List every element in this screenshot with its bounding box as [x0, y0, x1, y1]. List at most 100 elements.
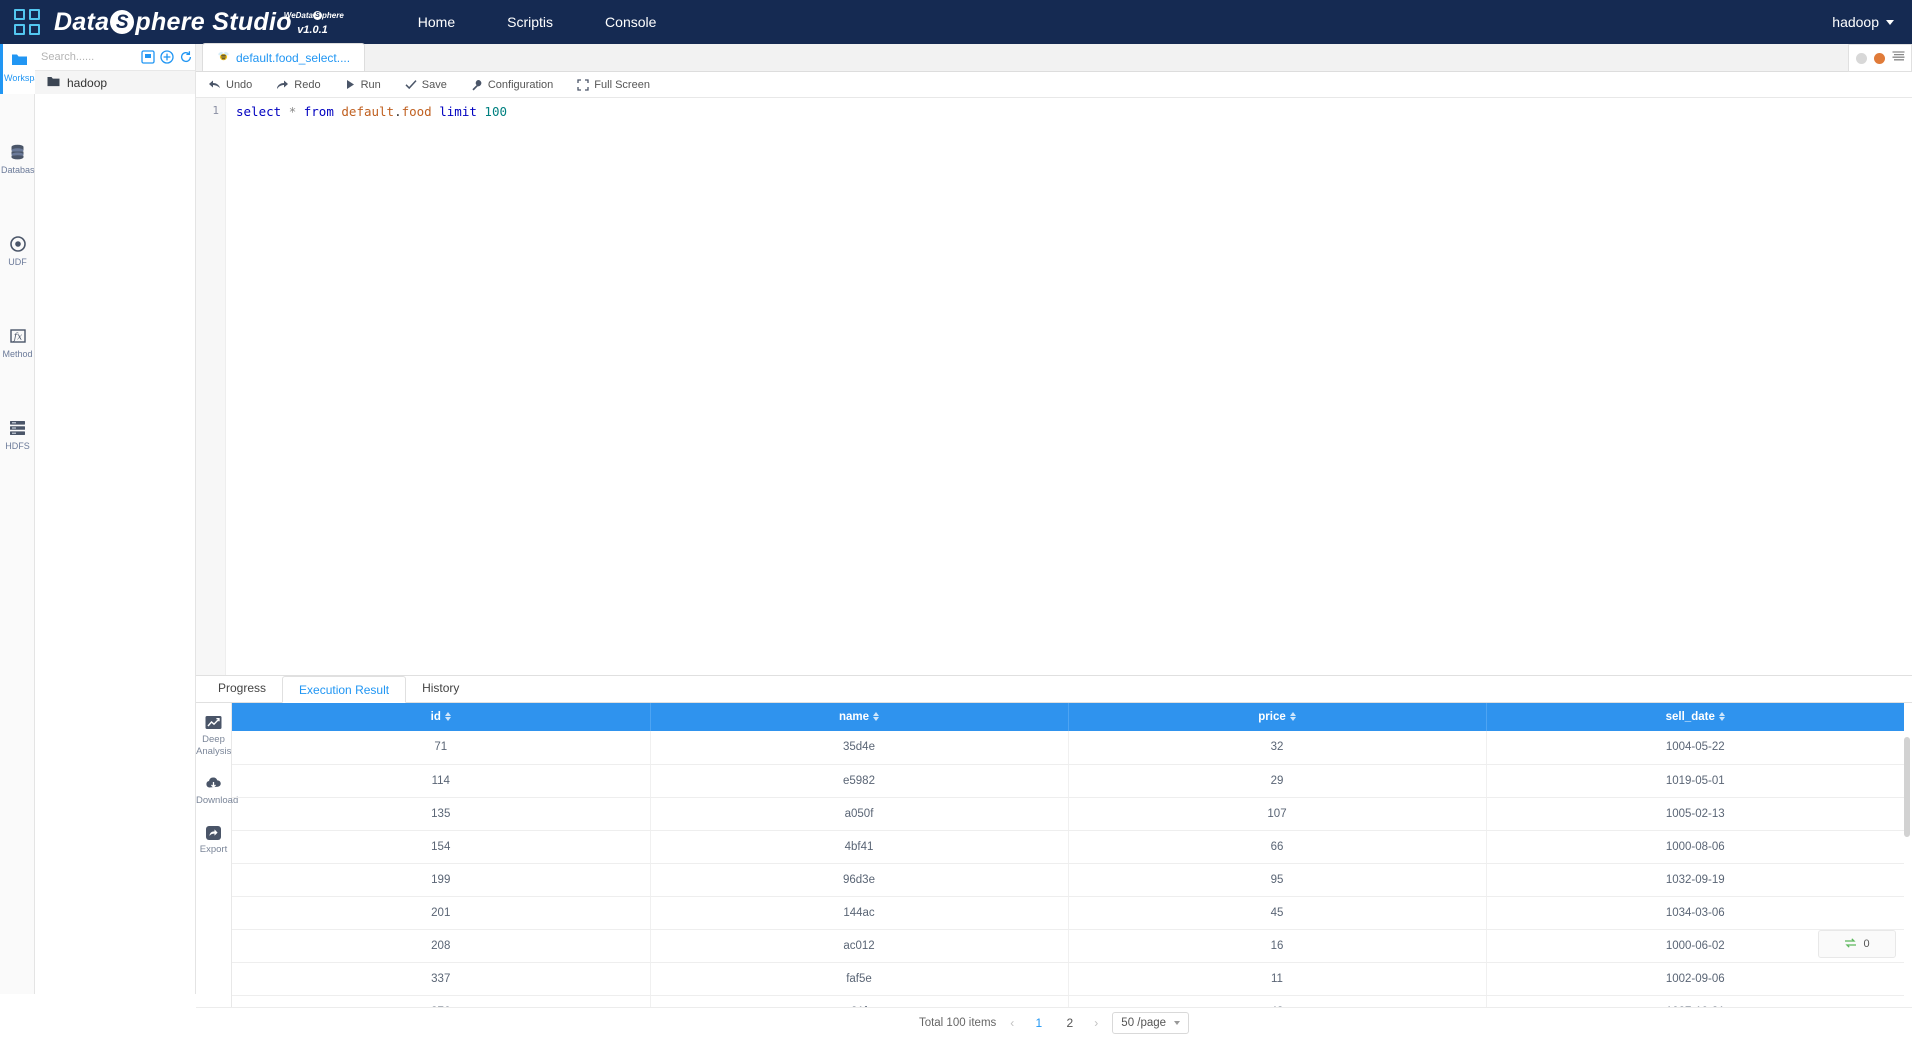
collapse-all-icon[interactable]: [141, 50, 155, 64]
column-header-name[interactable]: name: [650, 703, 1068, 731]
user-menu[interactable]: hadoop: [1832, 0, 1894, 44]
brand-sup-pre: WeData: [284, 11, 313, 20]
tab-execution-result[interactable]: Execution Result: [282, 676, 406, 703]
refresh-icon[interactable]: [179, 50, 193, 64]
table-vertical-scrollbar[interactable]: [1904, 737, 1910, 837]
table-row[interactable]: 337faf5e111002-09-06: [232, 962, 1904, 995]
table-row[interactable]: 114e5982291019-05-01: [232, 764, 1904, 797]
undo-button[interactable]: Undo: [196, 79, 264, 91]
sort-arrows-icon[interactable]: [1290, 712, 1296, 721]
column-header-sell-date-label: sell_date: [1666, 711, 1715, 723]
wrench-icon: [471, 79, 483, 91]
table-cell-price: 45: [1068, 896, 1486, 929]
table-cell-name: 96d3e: [650, 863, 1068, 896]
table-row[interactable]: 208ac012161000-06-02: [232, 929, 1904, 962]
sort-arrows-icon[interactable]: [445, 712, 451, 721]
rail-item-hdfs[interactable]: HDFS: [0, 412, 35, 462]
table-cell-id: 114: [232, 764, 650, 797]
add-circle-icon[interactable]: [160, 50, 174, 64]
table-row[interactable]: 1544bf41661000-08-06: [232, 830, 1904, 863]
app-version: v1.0.1: [297, 24, 328, 36]
sql-dot: .: [394, 104, 402, 119]
chart-trend-icon: [196, 715, 231, 732]
tab-progress[interactable]: Progress: [202, 675, 282, 702]
rail-item-workspace[interactable]: Workspace: [0, 44, 35, 94]
table-row[interactable]: 19996d3e951032-09-19: [232, 863, 1904, 896]
hive-bee-icon: [217, 50, 230, 65]
rail-item-method[interactable]: fx Method: [0, 320, 35, 370]
sql-code-editor[interactable]: 1 select * from default.food limit 100: [196, 98, 1912, 675]
column-header-id[interactable]: id: [232, 703, 650, 731]
column-header-id-label: id: [431, 711, 441, 723]
user-name: hadoop: [1832, 0, 1879, 44]
expand-icon: [577, 79, 589, 91]
rail-label-hdfs: HDFS: [5, 441, 30, 451]
brand-logo: DataSphere Studio WeDataSphere v1.0.1: [54, 10, 292, 35]
total-items-label: Total 100 items: [919, 1017, 996, 1029]
table-row[interactable]: 37681f431027-10-31: [232, 995, 1904, 1007]
full-screen-button[interactable]: Full Screen: [565, 79, 662, 91]
prev-page-button[interactable]: ‹: [1006, 1016, 1018, 1030]
column-header-sell-date[interactable]: sell_date: [1486, 703, 1904, 731]
export-button[interactable]: Export: [196, 825, 231, 856]
export-share-icon: [196, 825, 231, 842]
nav-item-home[interactable]: Home: [392, 0, 481, 44]
table-cell-price: 32: [1068, 731, 1486, 764]
tab-history[interactable]: History: [406, 675, 475, 702]
redo-button[interactable]: Redo: [264, 79, 332, 91]
table-cell-sell_date: 1000-08-06: [1486, 830, 1904, 863]
result-tabbar: Progress Execution Result History: [196, 675, 1912, 703]
table-row[interactable]: 135a050f1071005-02-13: [232, 797, 1904, 830]
deep-analysis-button[interactable]: Deep Analysis: [196, 715, 231, 758]
table-cell-sell_date: 1032-09-19: [1486, 863, 1904, 896]
nav-item-console[interactable]: Console: [579, 0, 682, 44]
sql-keyword-select: select: [236, 104, 281, 119]
page-size-select[interactable]: 50 /page: [1112, 1012, 1189, 1034]
folder-icon: [4, 52, 34, 70]
rail-item-udf[interactable]: UDF: [0, 228, 35, 278]
table-cell-price: 11: [1068, 962, 1486, 995]
table-cell-sell_date: 1004-05-22: [1486, 731, 1904, 764]
code-line-1: select * from default.food limit 100: [236, 104, 507, 119]
brand-title: DataSphere Studio: [54, 10, 292, 35]
sort-arrows-icon[interactable]: [873, 712, 879, 721]
editor-tab-food-select[interactable]: default.food_select....: [202, 43, 365, 71]
main-nav-links: Home Scriptis Console: [392, 0, 683, 44]
next-page-button[interactable]: ›: [1090, 1016, 1102, 1030]
app-logo-grid-icon[interactable]: [14, 9, 40, 35]
tree-item-hadoop[interactable]: hadoop: [35, 71, 195, 94]
rail-label-udf: UDF: [8, 257, 27, 267]
lines-list-icon[interactable]: [1892, 49, 1905, 67]
brand-s-circle: S: [110, 10, 134, 34]
server-stack-icon: [1, 420, 34, 438]
floating-status-badge[interactable]: 0: [1818, 930, 1896, 958]
page-button-2[interactable]: 2: [1059, 1013, 1080, 1034]
status-dot-orange-icon[interactable]: [1874, 53, 1885, 64]
rail-label-database: Database: [1, 165, 40, 175]
column-header-price[interactable]: price: [1068, 703, 1486, 731]
nav-item-scriptis[interactable]: Scriptis: [481, 0, 579, 44]
page-button-1[interactable]: 1: [1028, 1013, 1049, 1034]
table-cell-id: 208: [232, 929, 650, 962]
run-label: Run: [361, 79, 381, 91]
table-cell-id: 135: [232, 797, 650, 830]
rail-item-database[interactable]: Database: [0, 136, 35, 186]
save-button[interactable]: Save: [393, 79, 459, 91]
svg-text:fx: fx: [12, 333, 21, 343]
table-row[interactable]: 7135d4e321004-05-22: [232, 731, 1904, 764]
download-button[interactable]: Download: [196, 776, 231, 807]
table-row[interactable]: 201144ac451034-03-06: [232, 896, 1904, 929]
editor-tabbar: default.food_select....: [196, 44, 1912, 72]
run-button[interactable]: Run: [333, 79, 393, 91]
search-input[interactable]: [41, 51, 141, 63]
table-cell-name: 144ac: [650, 896, 1068, 929]
sort-arrows-icon[interactable]: [1719, 712, 1725, 721]
undo-arrow-icon: [208, 79, 221, 90]
table-cell-id: 71: [232, 731, 650, 764]
status-dot-grey-icon[interactable]: [1856, 53, 1867, 64]
result-table-wrapper[interactable]: id name price sell_date 7135d4e321004-05…: [232, 703, 1912, 1007]
chevron-down-icon: [1886, 20, 1894, 25]
configuration-button[interactable]: Configuration: [459, 79, 565, 91]
workspace-sidebar: hadoop: [35, 44, 196, 994]
sql-star: *: [289, 104, 297, 119]
